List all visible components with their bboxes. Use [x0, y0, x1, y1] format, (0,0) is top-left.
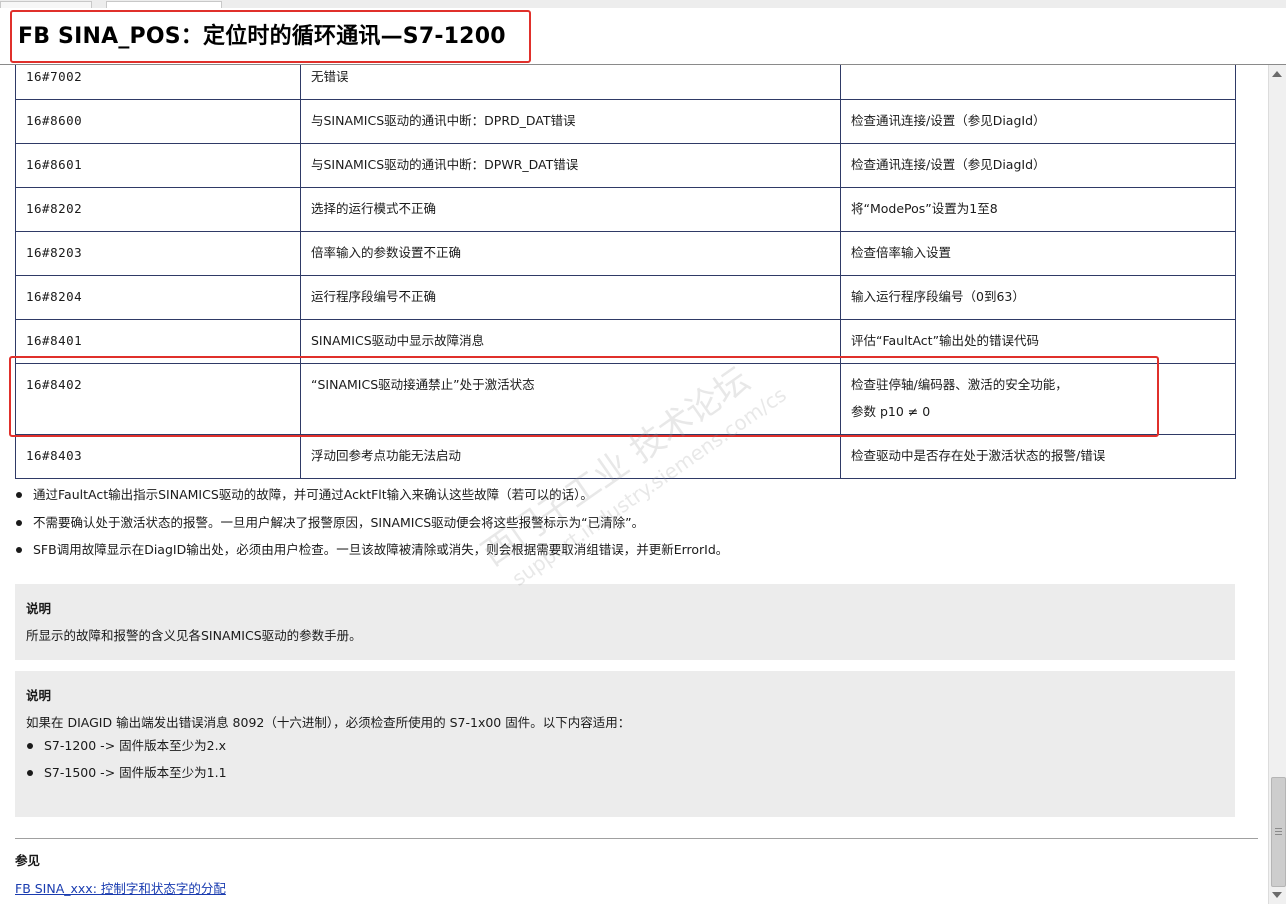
- list-item: 通过FaultAct输出指示SINAMICS驱动的故障，并可通过AcktFlt输…: [15, 486, 728, 514]
- error-remedy: 检查驻停轴/编码器、激活的安全功能，: [851, 377, 1068, 392]
- list-item: SFB调用故障显示在DiagID输出处，必须由用户检查。一旦该故障被清除或消失，…: [15, 541, 728, 569]
- error-code-table: 16#7002 无错误 16#8600 与SINAMICS驱动的通讯中断：DPR…: [15, 65, 1236, 479]
- error-description: 倍率输入的参数设置不正确: [300, 231, 841, 276]
- error-code: 16#8401: [15, 319, 301, 364]
- firmware-list: S7-1200 -> 固件版本至少为2.x S7-1500 -> 固件版本至少为…: [26, 737, 227, 791]
- table-row: 16#8203 倍率输入的参数设置不正确 检查倍率输入设置: [15, 231, 1236, 276]
- error-remedy: 将“ModePos”设置为1至8: [840, 187, 1236, 232]
- error-remedy: 检查倍率输入设置: [840, 231, 1236, 276]
- error-remedy: 评估“FaultAct”输出处的错误代码: [840, 319, 1236, 364]
- vertical-scrollbar[interactable]: [1268, 65, 1286, 904]
- error-remedy-cell: 检查驻停轴/编码器、激活的安全功能， 参数 p10 ≠ 0: [840, 363, 1236, 435]
- error-remedy: [840, 65, 1236, 100]
- see-also-title: 参见: [15, 853, 41, 868]
- error-code: 16#8203: [15, 231, 301, 276]
- note-title: 说明: [26, 688, 52, 703]
- grip-line: [1275, 831, 1282, 832]
- content-area: 16#7002 无错误 16#8600 与SINAMICS驱动的通讯中断：DPR…: [0, 65, 1268, 904]
- grip-line: [1275, 828, 1282, 829]
- table-row: 16#8403 浮动回参考点功能无法启动 检查驱动中是否存在处于激活状态的报警/…: [15, 434, 1236, 479]
- error-description: SINAMICS驱动中显示故障消息: [300, 319, 841, 364]
- error-remedy: 检查驱动中是否存在处于激活状态的报警/错误: [840, 434, 1236, 479]
- error-code: 16#8202: [15, 187, 301, 232]
- note-box-parameter-manual: 说明 所显示的故障和报警的含义见各SINAMICS驱动的参数手册。: [15, 584, 1235, 660]
- notes-bullet-list: 通过FaultAct输出指示SINAMICS驱动的故障，并可通过AcktFlt输…: [15, 486, 728, 569]
- grip-line: [1275, 834, 1282, 835]
- error-code: 16#8204: [15, 275, 301, 320]
- error-description: “SINAMICS驱动接通禁止”处于激活状态: [300, 363, 841, 435]
- list-item: S7-1500 -> 固件版本至少为1.1: [26, 764, 227, 791]
- error-description: 运行程序段编号不正确: [300, 275, 841, 320]
- error-description: 浮动回参考点功能无法启动: [300, 434, 841, 479]
- page-title: FB SINA_POS：定位时的循环通讯—S7-1200: [18, 24, 506, 49]
- table-row: 16#7002 无错误: [15, 65, 1236, 100]
- error-description: 与SINAMICS驱动的通讯中断：DPRD_DAT错误: [300, 99, 841, 144]
- error-description: 与SINAMICS驱动的通讯中断：DPWR_DAT错误: [300, 143, 841, 188]
- table-row: 16#8601 与SINAMICS驱动的通讯中断：DPWR_DAT错误 检查通讯…: [15, 143, 1236, 188]
- error-remedy: 检查通讯连接/设置（参见DiagId）: [840, 143, 1236, 188]
- table-row: 16#8401 SINAMICS驱动中显示故障消息 评估“FaultAct”输出…: [15, 319, 1236, 364]
- list-item: 不需要确认处于激活状态的报警。一旦用户解决了报警原因，SINAMICS驱动便会将…: [15, 514, 728, 542]
- error-description: 选择的运行模式不正确: [300, 187, 841, 232]
- see-also-link[interactable]: FB SINA_xxx: 控制字和状态字的分配: [15, 878, 226, 897]
- error-remedy: 检查通讯连接/设置（参见DiagId）: [840, 99, 1236, 144]
- table-row: 16#8600 与SINAMICS驱动的通讯中断：DPRD_DAT错误 检查通讯…: [15, 99, 1236, 144]
- table-row: 16#8204 运行程序段编号不正确 输入运行程序段编号（0到63）: [15, 275, 1236, 320]
- note-text: 所显示的故障和报警的含义见各SINAMICS驱动的参数手册。: [26, 628, 362, 643]
- note-box-firmware: 说明 如果在 DIAGID 输出端发出错误消息 8092（十六进制），必须检查所…: [15, 671, 1235, 817]
- page-header: FB SINA_POS：定位时的循环通讯—S7-1200: [0, 8, 1286, 65]
- error-remedy-line2: 参数 p10 ≠ 0: [851, 404, 931, 419]
- scroll-thumb[interactable]: [1271, 777, 1286, 887]
- error-remedy: 输入运行程序段编号（0到63）: [840, 275, 1236, 320]
- error-code: 16#8601: [15, 143, 301, 188]
- table-row: 16#8202 选择的运行模式不正确 将“ModePos”设置为1至8: [15, 187, 1236, 232]
- error-code: 16#7002: [15, 65, 301, 100]
- error-code: 16#8403: [15, 434, 301, 479]
- note-title: 说明: [26, 601, 52, 616]
- table-row-highlighted: 16#8402 “SINAMICS驱动接通禁止”处于激活状态 检查驻停轴/编码器…: [15, 363, 1236, 435]
- note-text: 如果在 DIAGID 输出端发出错误消息 8092（十六进制），必须检查所使用的…: [26, 715, 631, 730]
- list-item: S7-1200 -> 固件版本至少为2.x: [26, 737, 227, 764]
- error-code: 16#8402: [15, 363, 301, 435]
- scroll-down-arrow-icon[interactable]: [1272, 892, 1282, 898]
- error-description: 无错误: [300, 65, 841, 100]
- divider: [15, 838, 1258, 839]
- error-code: 16#8600: [15, 99, 301, 144]
- scroll-up-arrow-icon[interactable]: [1272, 71, 1282, 77]
